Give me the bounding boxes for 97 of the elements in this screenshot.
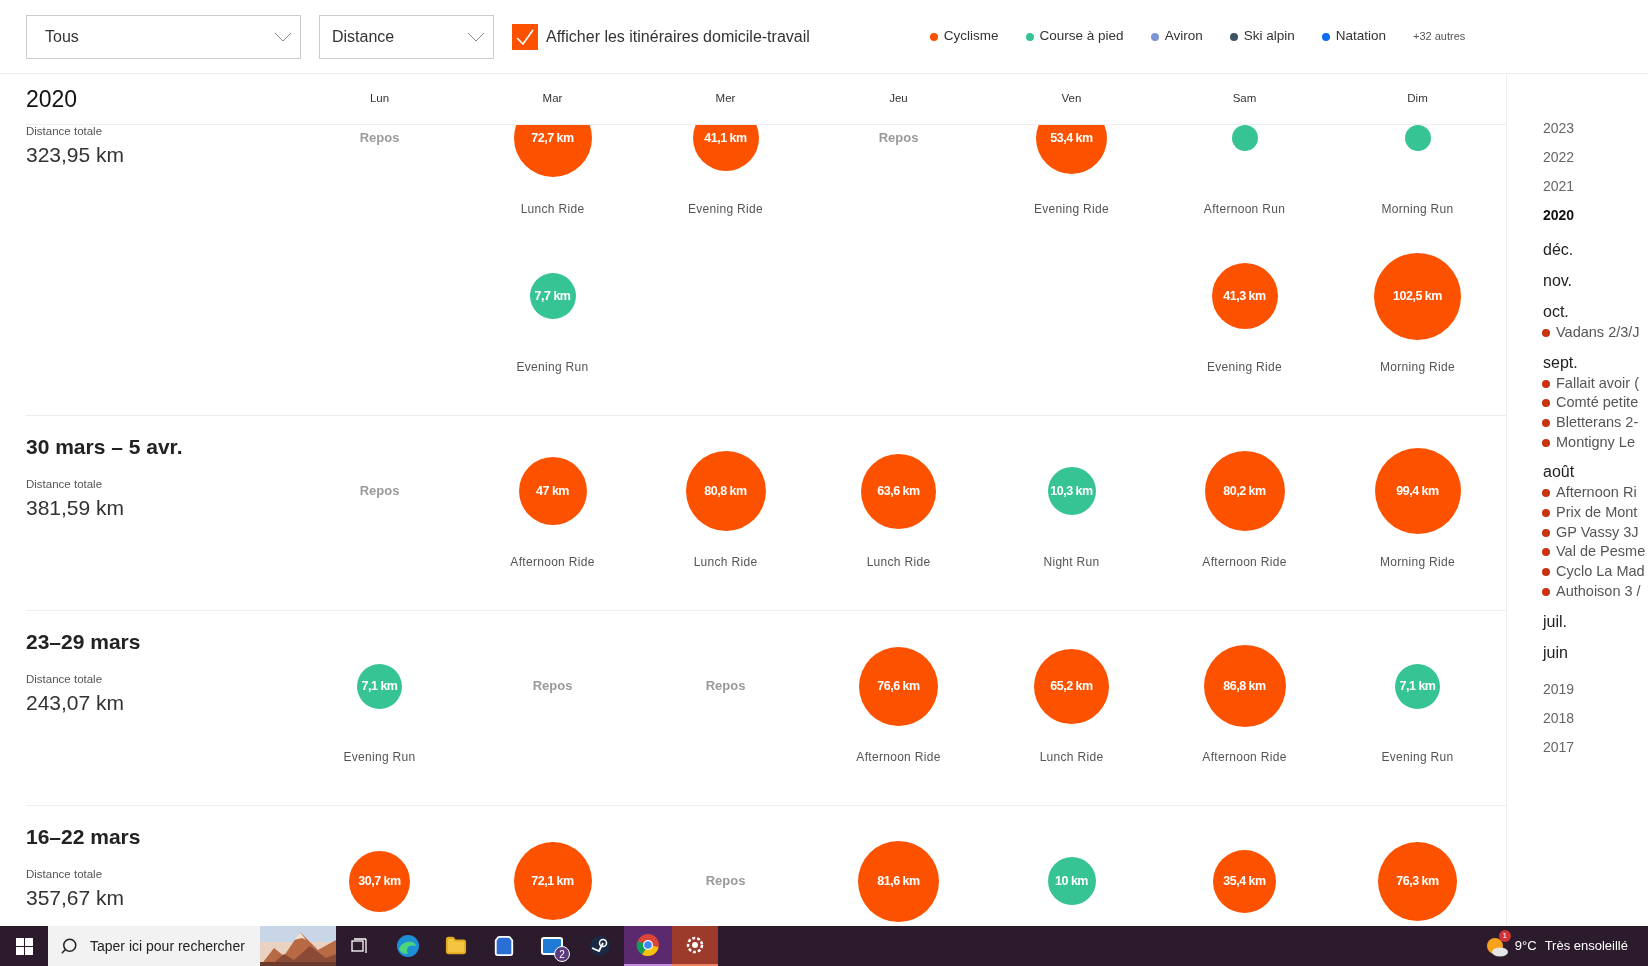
activity-name[interactable]: Afternoon Ride <box>856 748 941 766</box>
rest-label: Repos <box>878 129 919 148</box>
year-link[interactable]: 2018 <box>1543 703 1648 733</box>
year-link[interactable]: 2023 <box>1543 114 1648 143</box>
total-distance: 243,07 km <box>26 691 126 715</box>
month-link[interactable]: août <box>1543 460 1648 484</box>
event-link[interactable]: GP Vassy 3J <box>1556 521 1639 544</box>
activity-name[interactable]: Lunch Ride <box>1039 748 1104 766</box>
activity-name[interactable]: Lunch Ride <box>520 200 585 218</box>
metric-dropdown[interactable]: Distance <box>319 14 494 59</box>
weekday-label: Sam <box>1231 91 1258 107</box>
activity-name[interactable]: Afternoon Ride <box>510 553 595 571</box>
temperature: 9°C <box>1514 937 1537 956</box>
legend-label[interactable]: Aviron <box>1164 26 1203 47</box>
year-link[interactable]: 2017 <box>1543 732 1648 762</box>
month-link[interactable]: oct. <box>1543 300 1648 323</box>
legend-label[interactable]: Natation <box>1335 26 1386 47</box>
commute-label[interactable]: Afficher les itinéraires domicile-travail <box>546 24 810 49</box>
app-button[interactable] <box>672 926 718 966</box>
folder-icon <box>445 935 467 957</box>
legend-label[interactable]: Cyclisme <box>943 26 999 47</box>
windows-logo-icon <box>15 937 33 955</box>
total-distance: 357,67 km <box>26 886 126 910</box>
total-label: Distance totale <box>26 673 104 686</box>
week-title: 16–22 mars <box>26 825 142 849</box>
sport-dropdown[interactable]: Tous <box>26 14 301 59</box>
weekday-label: Mer <box>714 91 737 107</box>
rest-label: Repos <box>359 482 400 501</box>
event-link[interactable]: Fallait avoir ( <box>1556 372 1639 395</box>
legend-label[interactable]: Ski alpin <box>1243 26 1295 47</box>
year-link[interactable]: 2020 <box>1543 201 1648 230</box>
total-label: Distance totale <box>26 868 104 881</box>
event-link[interactable]: Montigny Le <box>1556 431 1635 454</box>
legend-label[interactable]: Course à pied <box>1039 26 1124 47</box>
activity-name[interactable]: Lunch Ride <box>866 553 931 571</box>
checkmark-icon <box>515 27 535 46</box>
wave-circle-icon <box>396 934 420 958</box>
year-heading: 2020 <box>26 84 79 114</box>
event-link[interactable]: Vadans 2/3/J <box>1556 321 1640 344</box>
taskbar-search-field[interactable]: Taper ici pour rechercher <box>48 926 336 966</box>
year-link[interactable]: 2022 <box>1543 143 1648 172</box>
month-link[interactable]: juin <box>1543 640 1648 664</box>
event-link[interactable]: Prix de Mont <box>1556 502 1638 524</box>
rest-label: Repos <box>532 677 573 696</box>
more-sports-link[interactable]: +32 autres <box>1413 28 1466 45</box>
chevron-icon <box>274 31 292 42</box>
weekday-label: Mar <box>541 91 564 107</box>
activity-name[interactable]: Lunch Ride <box>693 553 758 571</box>
chevron-icon <box>467 31 485 42</box>
activity-name[interactable]: Evening Ride <box>1034 200 1109 218</box>
activity-name[interactable]: Evening Ride <box>688 200 763 218</box>
total-distance: 381,59 km <box>26 496 126 520</box>
task-view-icon <box>351 938 369 954</box>
event-link[interactable]: Bletterans 2- <box>1556 412 1639 434</box>
commute-checkbox[interactable] <box>512 23 538 50</box>
event-link[interactable]: Comté petite <box>1556 392 1639 415</box>
activity-name[interactable]: Evening Ride <box>1207 358 1282 376</box>
weekday-label: Jeu <box>888 91 909 107</box>
weekday-label: Lun <box>368 91 391 107</box>
activity-name[interactable]: Morning Ride <box>1380 358 1455 376</box>
week-title: 30 mars – 5 avr. <box>26 435 184 459</box>
event-link[interactable]: Authoison 3 / <box>1556 580 1641 603</box>
activity-name[interactable]: Evening Run <box>1381 748 1454 766</box>
weekday-label: Ven <box>1060 91 1083 107</box>
chrome-button[interactable] <box>624 926 672 966</box>
total-distance: 323,95 km <box>26 143 126 167</box>
event-link[interactable]: Cyclo La Mad <box>1556 561 1645 583</box>
activity-name[interactable]: Morning Ride <box>1380 553 1455 571</box>
activity-name[interactable]: Afternoon Ride <box>1202 748 1287 766</box>
activity-name[interactable]: Evening Run <box>516 358 589 376</box>
month-link[interactable]: nov. <box>1543 269 1648 292</box>
total-label: Distance totale <box>26 478 104 491</box>
activity-name[interactable]: Evening Run <box>343 748 416 766</box>
weekday-label: Dim <box>1406 91 1429 107</box>
month-link[interactable]: déc. <box>1543 238 1648 261</box>
year-link[interactable]: 2019 <box>1543 674 1648 704</box>
event-link[interactable]: Afternoon Ri <box>1556 482 1637 505</box>
event-link[interactable]: Val de Pesme <box>1556 541 1646 564</box>
notification-badge: 1 <box>1498 930 1511 942</box>
notification-badge: 2 <box>554 946 570 962</box>
year-link[interactable]: 2021 <box>1543 172 1648 201</box>
activity-name[interactable]: Afternoon Ride <box>1202 553 1287 571</box>
week-title: 23–29 mars <box>26 630 142 654</box>
month-link[interactable]: juil. <box>1543 609 1648 633</box>
rest-label: Repos <box>359 129 400 148</box>
rest-label: Repos <box>705 677 746 696</box>
mail-button[interactable]: 2 <box>528 926 576 966</box>
search-icon <box>60 937 78 955</box>
total-label: Distance totale <box>26 125 104 138</box>
activity-name[interactable]: Night Run <box>1043 553 1100 571</box>
chrome-icon <box>636 933 660 957</box>
month-link[interactable]: sept. <box>1543 350 1648 374</box>
gear-icon <box>684 934 706 956</box>
activity-name[interactable]: Morning Run <box>1381 200 1454 218</box>
activity-name[interactable]: Afternoon Run <box>1203 200 1286 218</box>
rest-label: Repos <box>705 872 746 891</box>
weather-condition: Très ensoleillé <box>1544 937 1628 956</box>
